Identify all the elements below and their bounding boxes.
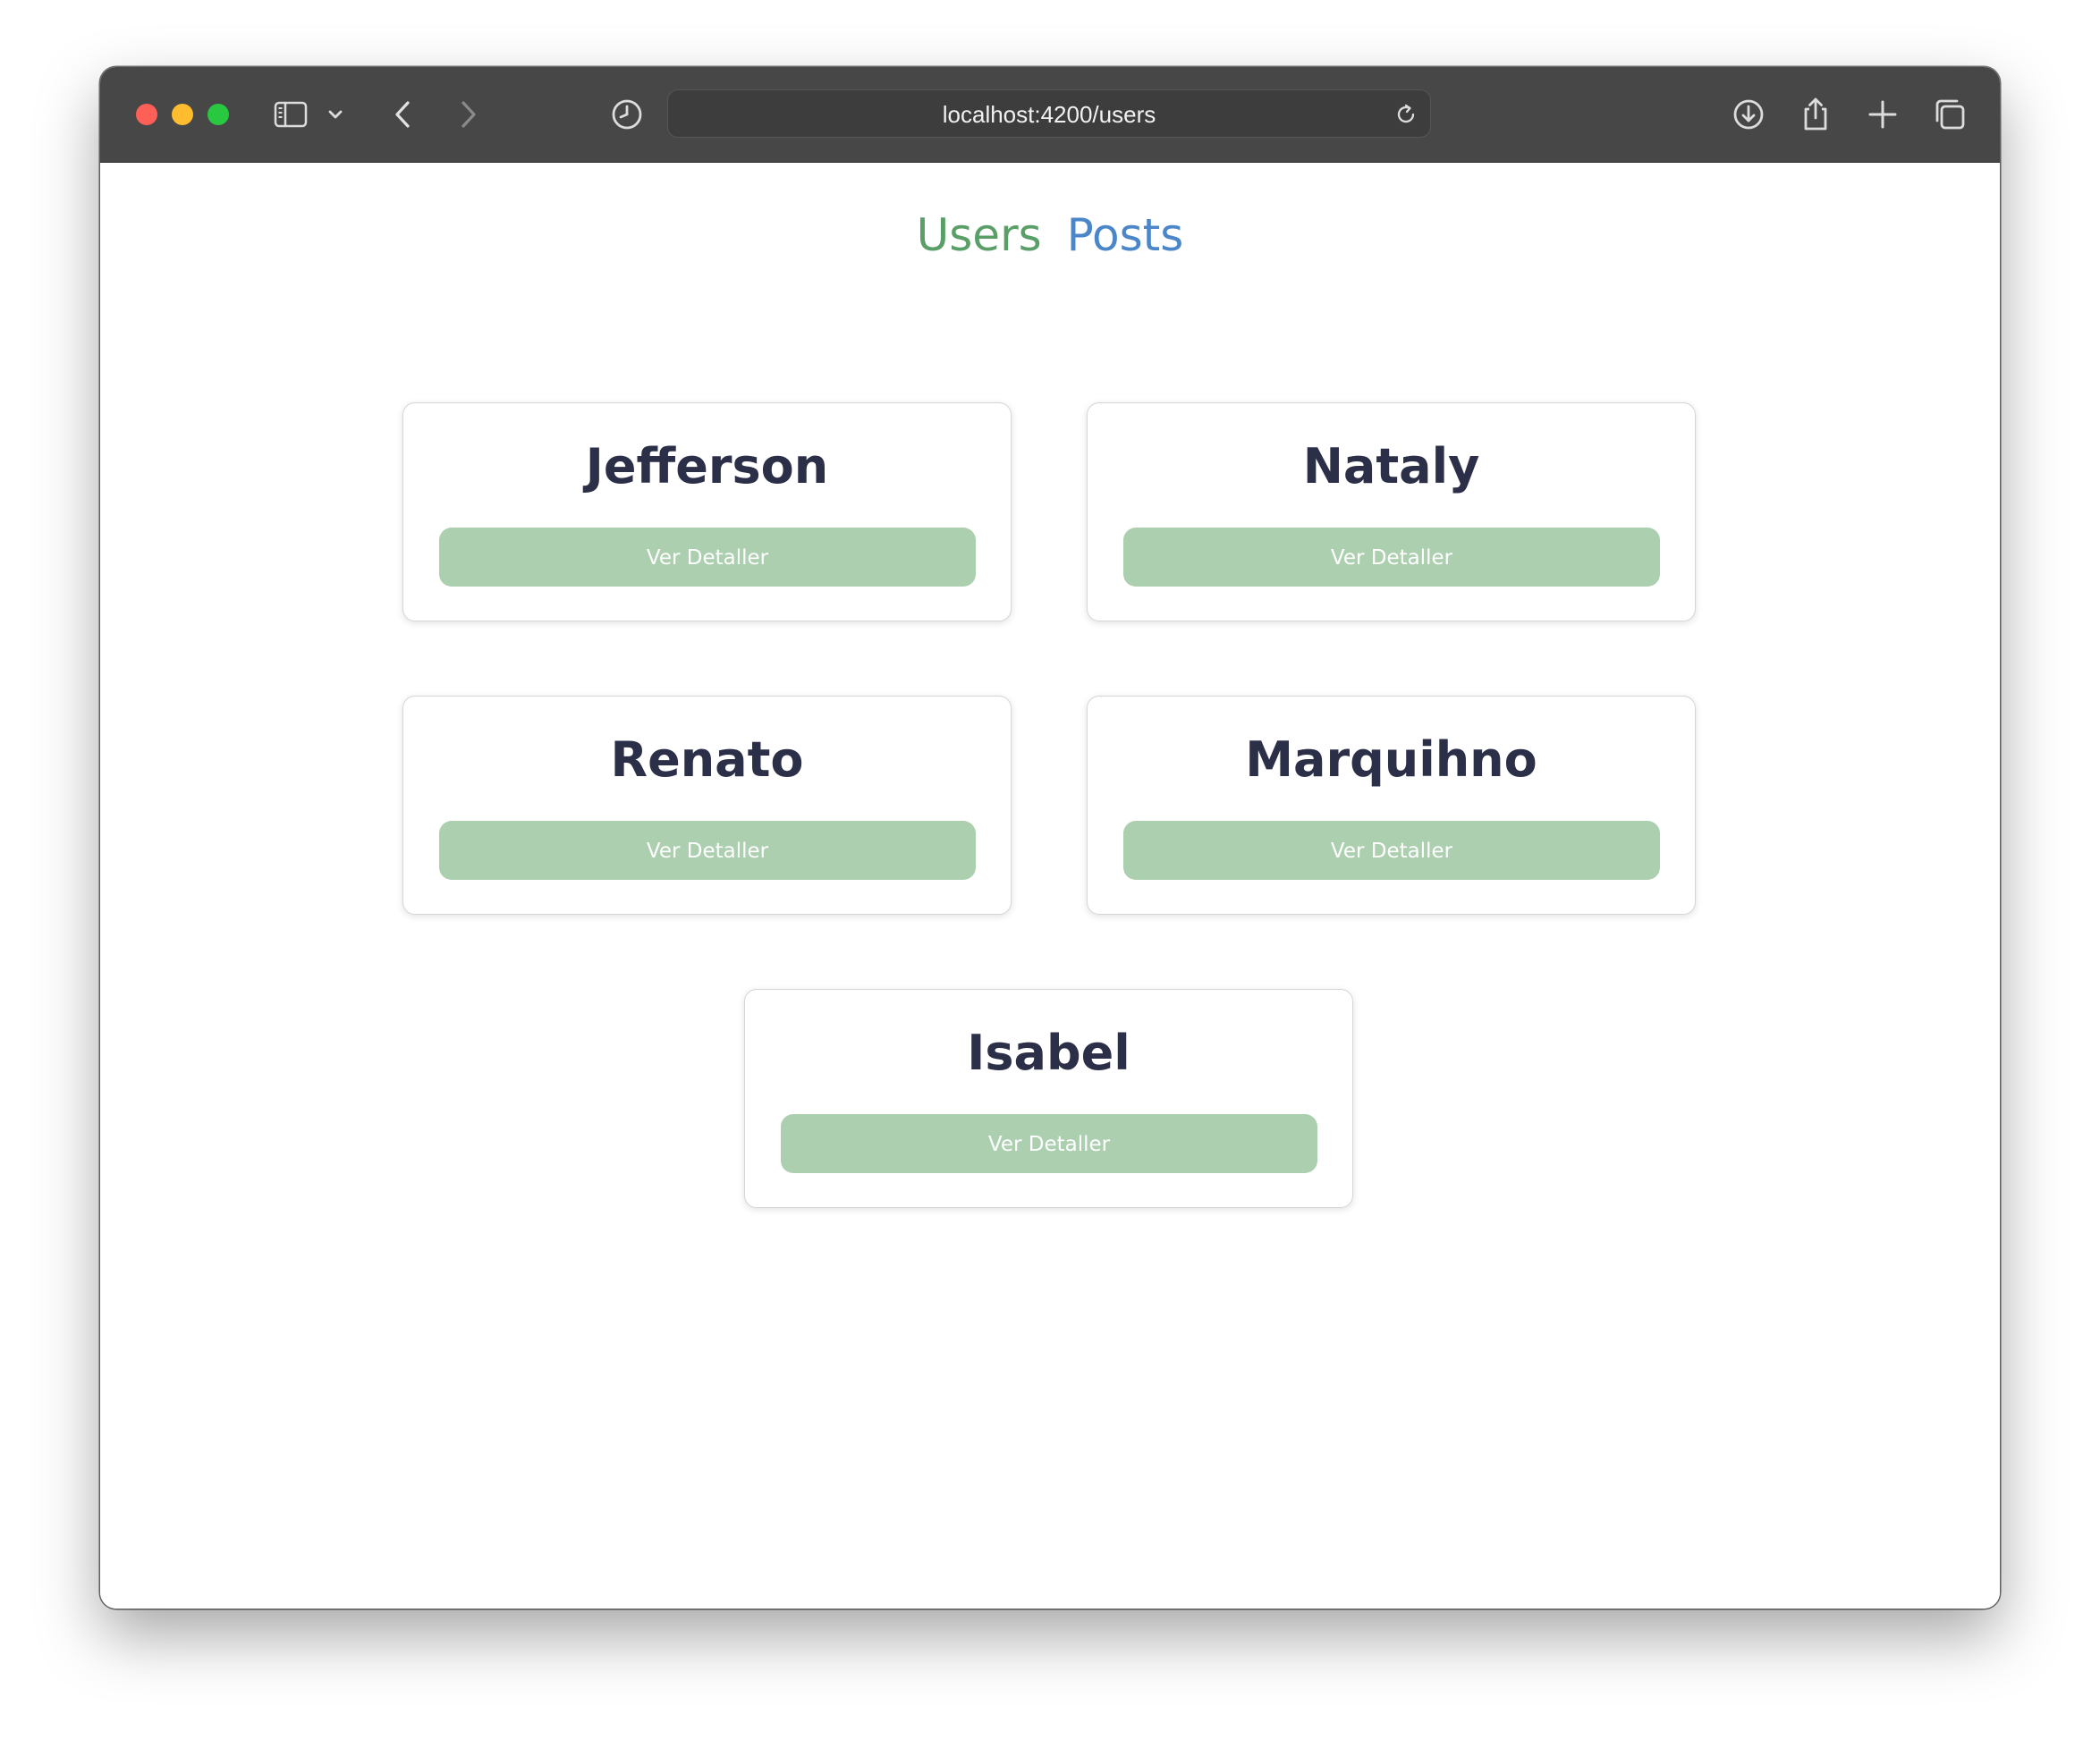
browser-toolbar: localhost:4200/users [100, 67, 2000, 163]
browser-window: localhost:4200/users Users Posts Jefferso… [100, 67, 2000, 1609]
user-card: Renato Ver Detaller [402, 696, 1012, 915]
user-card: Isabel Ver Detaller [744, 989, 1353, 1208]
user-name: Jefferson [585, 438, 829, 494]
user-card: Marquihno Ver Detaller [1087, 696, 1696, 915]
reload-icon[interactable] [1393, 101, 1419, 128]
nav-link-posts[interactable]: Posts [1067, 209, 1184, 261]
close-window-button[interactable] [136, 104, 157, 125]
minimize-window-button[interactable] [172, 104, 193, 125]
share-icon[interactable] [1797, 96, 1834, 133]
view-details-button[interactable]: Ver Detaller [1123, 821, 1660, 880]
view-details-button[interactable]: Ver Detaller [439, 821, 976, 880]
zoom-window-button[interactable] [207, 104, 229, 125]
user-name: Marquihno [1245, 731, 1537, 788]
address-bar[interactable]: localhost:4200/users [667, 89, 1431, 138]
forward-arrow-icon[interactable] [449, 96, 487, 133]
clock-icon[interactable] [608, 96, 646, 133]
page-content: Users Posts Jefferson Ver Detaller Nataly… [100, 163, 2000, 1609]
chevron-down-icon[interactable] [326, 96, 345, 133]
view-details-button[interactable]: Ver Detaller [1123, 528, 1660, 587]
view-details-button[interactable]: Ver Detaller [439, 528, 976, 587]
user-name: Renato [610, 731, 804, 788]
nav-link-users[interactable]: Users [917, 209, 1042, 261]
url-text[interactable]: localhost:4200/users [668, 90, 1430, 139]
back-arrow-icon[interactable] [385, 96, 422, 133]
download-icon[interactable] [1730, 96, 1767, 133]
user-card: Jefferson Ver Detaller [402, 402, 1012, 621]
top-nav: Users Posts [100, 207, 2000, 263]
tab-overview-icon[interactable] [1931, 96, 1969, 133]
plus-icon[interactable] [1864, 96, 1901, 133]
sidebar-icon[interactable] [272, 96, 309, 133]
user-name: Isabel [967, 1025, 1130, 1081]
view-details-button[interactable]: Ver Detaller [781, 1114, 1317, 1173]
user-card: Nataly Ver Detaller [1087, 402, 1696, 621]
user-name: Nataly [1302, 438, 1480, 494]
